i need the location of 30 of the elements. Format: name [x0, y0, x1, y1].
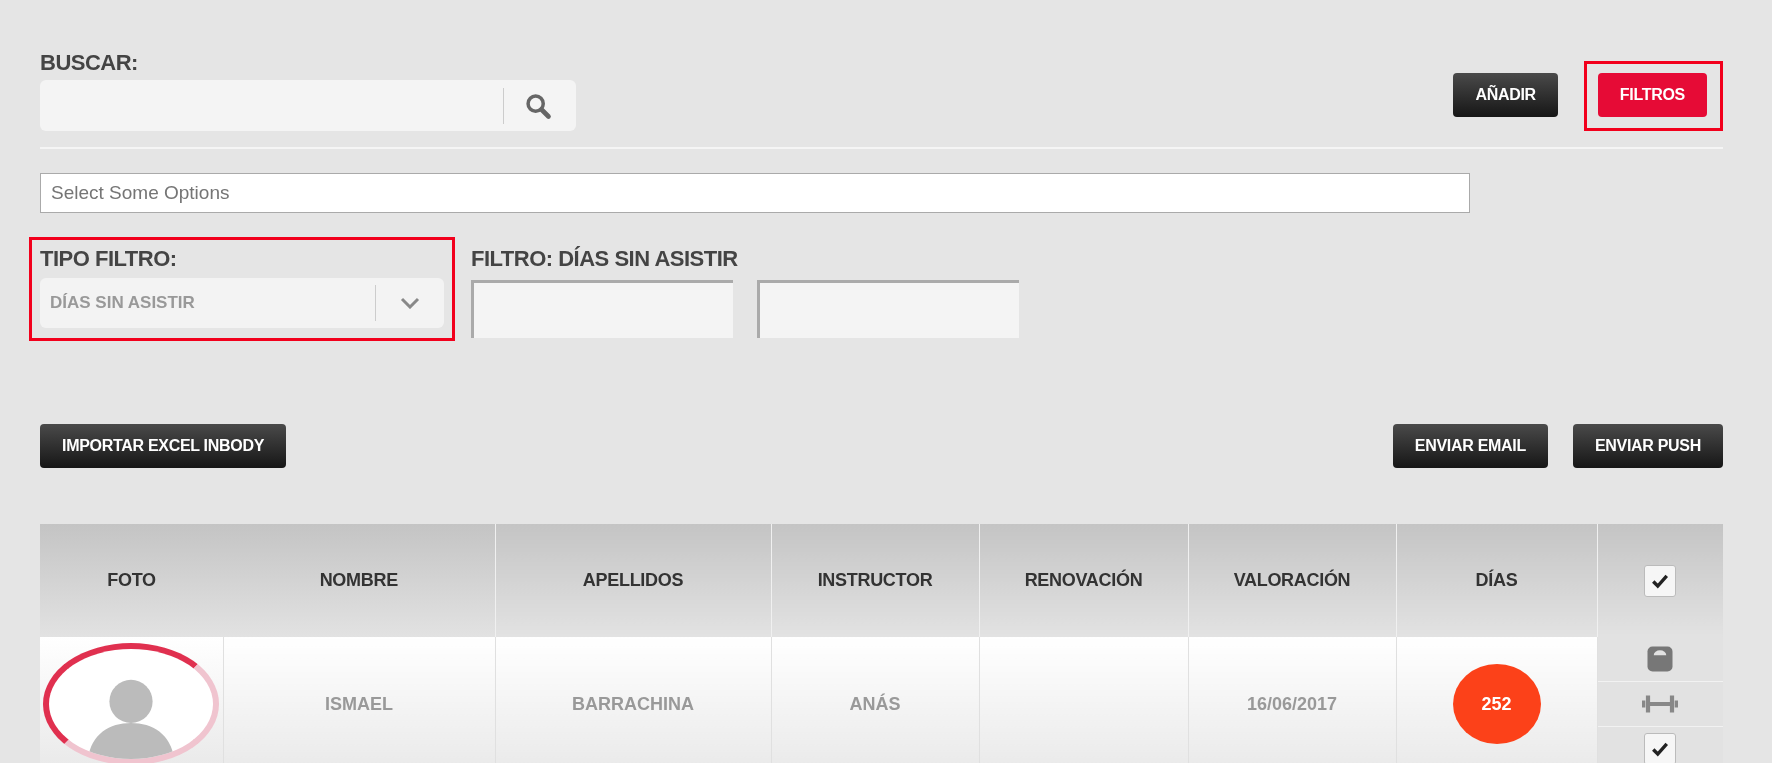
column-header: APELLIDOS — [582, 570, 684, 590]
check-icon — [1651, 740, 1670, 758]
range-min-field[interactable] — [471, 280, 733, 338]
chevron-down-icon — [400, 297, 420, 309]
column-header: RENOVACIÓN — [1024, 570, 1143, 590]
filter-range-label: FILTRO: DÍAS SIN ASISTIR — [471, 246, 739, 272]
toolbar-button[interactable]: FILTROS — [1597, 73, 1707, 117]
filter-type-label: TIPO FILTRO: — [40, 246, 178, 272]
row-checkbox[interactable] — [1644, 733, 1677, 763]
table-cell: 16/06/2017 — [1246, 693, 1338, 714]
scale-icon[interactable] — [1645, 644, 1676, 674]
column-header: DÍAS — [1475, 570, 1518, 590]
column-header: NOMBRE — [319, 570, 398, 590]
table-cell: ISMAEL — [325, 693, 393, 714]
column-header: FOTO — [107, 570, 156, 590]
search-icon[interactable] — [524, 91, 552, 120]
select-all-checkbox[interactable] — [1644, 564, 1677, 597]
toolbar-button[interactable]: AÑADIR — [1453, 73, 1558, 117]
column-header: INSTRUCTOR — [817, 570, 933, 590]
action-button[interactable]: ENVIAR EMAIL — [1392, 424, 1548, 468]
table-cell: BARRACHINA — [572, 693, 694, 714]
search-field[interactable] — [40, 80, 576, 131]
range-max-field[interactable] — [757, 280, 1019, 338]
action-button[interactable]: ENVIAR PUSH — [1572, 424, 1723, 468]
days-badge: 252 — [1452, 664, 1541, 744]
search-label: BUSCAR: — [40, 50, 139, 76]
column-header: VALORACIÓN — [1233, 570, 1351, 590]
options-field[interactable]: Select Some Options — [40, 173, 1470, 213]
action-button[interactable]: IMPORTAR EXCEL INBODY — [40, 424, 286, 468]
table-cell: ANÁS — [849, 693, 901, 714]
